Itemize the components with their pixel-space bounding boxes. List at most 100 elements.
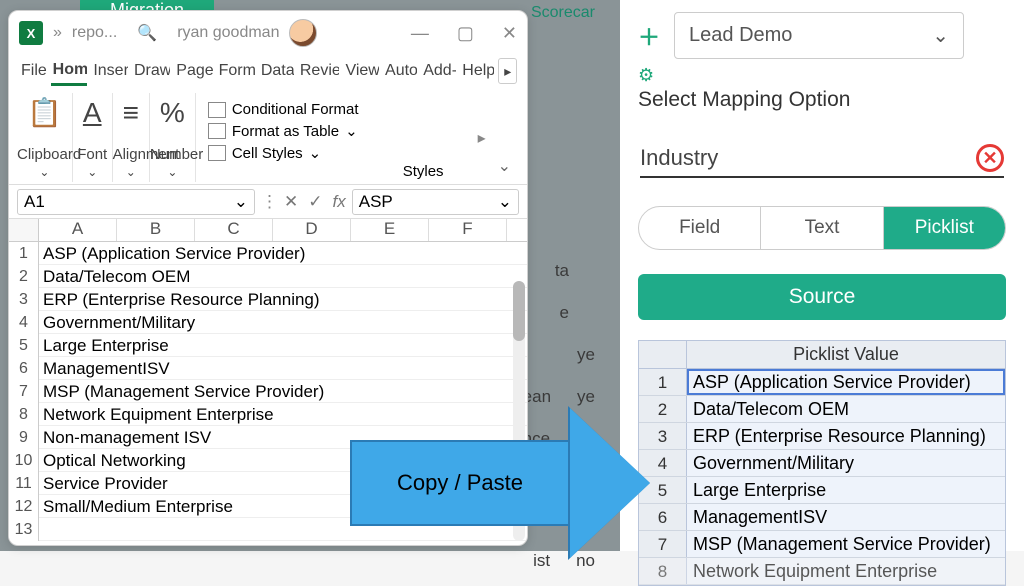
col-header[interactable]: C (195, 219, 273, 241)
row-header[interactable]: 3 (9, 288, 39, 311)
cell[interactable]: ERP (Enterprise Resource Planning) (39, 288, 527, 311)
enter-formula-icon[interactable]: ✓ (308, 192, 322, 212)
col-header[interactable]: F (429, 219, 507, 241)
tab-picklist[interactable]: Picklist (884, 207, 1005, 249)
picklist-row[interactable]: 6ManagementISV (639, 504, 1005, 531)
row-header[interactable]: 4 (9, 311, 39, 334)
picklist-row[interactable]: 3ERP (Enterprise Resource Planning) (639, 423, 1005, 450)
conditional-format-button[interactable]: Conditional Format (208, 99, 468, 120)
ribbon-overflow-icon[interactable]: ▸ (474, 128, 490, 148)
col-header[interactable]: A (39, 219, 117, 241)
cell[interactable]: Large Enterprise (39, 334, 527, 357)
search-icon[interactable]: 🔍 (137, 23, 157, 43)
picklist-value[interactable]: ERP (Enterprise Resource Planning) (687, 423, 1005, 449)
row-header[interactable]: 12 (9, 495, 39, 518)
field-input-row[interactable]: Industry ✕ (640, 140, 1004, 178)
menu-view[interactable]: View (343, 58, 379, 84)
excel-menubar: File Hom Inser Draw Page Form Data Revie… (9, 55, 527, 87)
table-row[interactable]: 4Government/Military (9, 311, 527, 334)
row-header[interactable]: 13 (9, 518, 39, 541)
table-row[interactable]: 2Data/Telecom OEM (9, 265, 527, 288)
row-header[interactable]: 7 (9, 380, 39, 403)
picklist-row[interactable]: 8Network Equipment Enterprise (639, 558, 1005, 585)
picklist-row[interactable]: 7MSP (Management Service Provider) (639, 531, 1005, 558)
formula-input[interactable]: ASP⌄ (352, 189, 519, 215)
tab-field[interactable]: Field (639, 207, 760, 249)
menu-review[interactable]: Revie (298, 58, 340, 84)
picklist-row[interactable]: 2Data/Telecom OEM (639, 396, 1005, 423)
name-box[interactable]: A1⌄ (17, 189, 255, 215)
chevron-down-icon: ⌄ (498, 192, 512, 212)
row-header[interactable]: 8 (9, 403, 39, 426)
col-header[interactable]: D (273, 219, 351, 241)
ribbon-collapse-icon[interactable]: ⌄ (490, 150, 519, 182)
row-header[interactable]: 11 (9, 472, 39, 495)
select-all-corner[interactable] (9, 219, 39, 241)
gear-icon[interactable]: ⚙ (638, 65, 1006, 86)
picklist-value[interactable]: Data/Telecom OEM (687, 396, 1005, 422)
menu-automate[interactable]: Auto (383, 58, 417, 84)
row-header[interactable]: 6 (9, 357, 39, 380)
format-as-table-button[interactable]: Format as Table ⌄ (208, 120, 468, 142)
table-row[interactable]: 1ASP (Application Service Provider) (9, 242, 527, 265)
table-row[interactable]: 7MSP (Management Service Provider) (9, 380, 527, 403)
picklist-value[interactable]: ManagementISV (687, 504, 1005, 530)
cell[interactable]: Government/Military (39, 311, 527, 334)
cancel-formula-icon[interactable]: ✕ (284, 192, 298, 212)
ribbon-clipboard[interactable]: 📋 Clipboard (17, 93, 73, 182)
scorecard-label: Scorecar (531, 4, 595, 22)
user-name[interactable]: ryan goodman (177, 24, 279, 42)
document-name[interactable]: repo... (72, 24, 117, 42)
avatar[interactable] (289, 19, 317, 47)
lead-select[interactable]: Lead Demo ⌄ (674, 12, 964, 59)
menu-data[interactable]: Data (259, 58, 294, 84)
close-icon[interactable]: ✕ (502, 23, 517, 44)
minimize-icon[interactable]: — (411, 23, 429, 44)
table-row[interactable]: 3ERP (Enterprise Resource Planning) (9, 288, 527, 311)
menu-page[interactable]: Page (174, 58, 212, 84)
picklist-row[interactable]: 1ASP (Application Service Provider) (639, 369, 1005, 396)
menu-overflow-icon[interactable]: ▸ (498, 58, 517, 84)
menu-help[interactable]: Help (460, 58, 494, 84)
picklist-value[interactable]: Network Equipment Enterprise (687, 558, 1005, 584)
excel-titlebar: X » repo... 🔍 ryan goodman — ▢ ✕ (9, 11, 527, 55)
menu-insert[interactable]: Inser (91, 58, 128, 84)
cell[interactable]: MSP (Management Service Provider) (39, 380, 527, 403)
add-icon[interactable]: ＋ (638, 20, 660, 52)
menu-draw[interactable]: Draw (132, 58, 170, 84)
cell-styles-button[interactable]: Cell Styles ⌄ (208, 142, 468, 164)
menu-formulas[interactable]: Form (217, 58, 255, 84)
row-header[interactable]: 10 (9, 449, 39, 472)
col-header[interactable]: E (351, 219, 429, 241)
picklist-row[interactable]: 5Large Enterprise (639, 477, 1005, 504)
source-button[interactable]: Source (638, 274, 1006, 320)
formula-bar: A1⌄ ⋮ ✕ ✓ fx ASP⌄ (9, 185, 527, 219)
fx-icon[interactable]: fx (333, 192, 346, 212)
row-header[interactable]: 5 (9, 334, 39, 357)
menu-file[interactable]: File (19, 58, 47, 84)
col-header[interactable]: B (117, 219, 195, 241)
table-row[interactable]: 5Large Enterprise (9, 334, 527, 357)
row-header[interactable]: 2 (9, 265, 39, 288)
row-header[interactable]: 1 (9, 242, 39, 265)
tab-text[interactable]: Text (760, 207, 883, 249)
ribbon-font[interactable]: A Font (73, 93, 113, 182)
picklist-value[interactable]: Government/Military (687, 450, 1005, 476)
cell[interactable]: ManagementISV (39, 357, 527, 380)
row-header[interactable]: 9 (9, 426, 39, 449)
table-row[interactable]: 6ManagementISV (9, 357, 527, 380)
maximize-icon[interactable]: ▢ (457, 23, 474, 44)
menu-addins[interactable]: Add- (421, 58, 456, 84)
cell[interactable]: ASP (Application Service Provider) (39, 242, 527, 265)
picklist-value[interactable]: Large Enterprise (687, 477, 1005, 503)
cell[interactable]: Data/Telecom OEM (39, 265, 527, 288)
clear-field-icon[interactable]: ✕ (976, 144, 1004, 172)
ribbon-alignment[interactable]: ≡ Alignment (113, 93, 150, 182)
chevron-right-icon[interactable]: » (53, 24, 62, 42)
ribbon-number[interactable]: % Number (150, 93, 196, 182)
menu-home[interactable]: Hom (51, 57, 88, 86)
picklist-row[interactable]: 4Government/Military (639, 450, 1005, 477)
picklist-value[interactable]: ASP (Application Service Provider) (687, 369, 1005, 395)
scrollbar-thumb[interactable] (513, 281, 525, 341)
picklist-value[interactable]: MSP (Management Service Provider) (687, 531, 1005, 557)
